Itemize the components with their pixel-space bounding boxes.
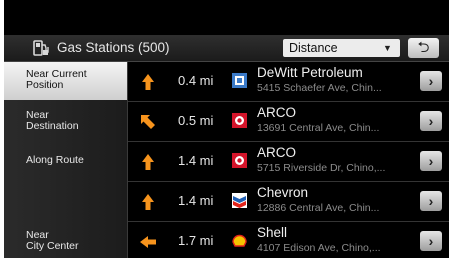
- station-address: 12886 Central Ave, Chin...: [257, 202, 380, 214]
- sidebar-item-near-destination[interactable]: Near Destination: [4, 110, 127, 134]
- station-distance: 1.7 mi: [178, 233, 214, 248]
- station-name: Chevron: [257, 185, 309, 200]
- dropdown-arrow-icon: ▼: [383, 43, 392, 53]
- chevron-right-icon[interactable]: ›: [420, 151, 442, 171]
- station-address: 4107 Edison Ave, Chino,...: [257, 242, 381, 254]
- shell-logo-icon: [232, 233, 247, 248]
- station-distance: 1.4 mi: [178, 193, 214, 208]
- dewitt-logo-icon: [232, 73, 247, 88]
- arco-logo-icon: [232, 153, 247, 168]
- station-name: ARCO: [257, 145, 297, 160]
- chevron-right-icon[interactable]: ›: [420, 111, 442, 131]
- direction-left-icon: [138, 232, 158, 252]
- sidebar-item-label: City Center: [26, 240, 79, 252]
- sidebar-item-near-current-position[interactable]: Near Current Position: [4, 62, 127, 100]
- sidebar-item-label: Position: [26, 79, 64, 91]
- direction-up-icon: [138, 152, 158, 172]
- arco-logo-icon: [232, 113, 247, 128]
- sort-value: Distance: [289, 41, 338, 55]
- header-bar: Gas Stations (500) Distance ▼ ⮌: [4, 35, 449, 62]
- direction-up-icon: [138, 192, 158, 212]
- station-row[interactable]: 1.4 mi ARCO 5715 Riverside Dr, Chino,...…: [128, 142, 449, 182]
- station-row[interactable]: 1.7 mi Shell 4107 Edison Ave, Chino,... …: [128, 222, 449, 258]
- direction-up-left-icon: [138, 112, 158, 132]
- navigation-screen: Gas Stations (500) Distance ▼ ⮌ Near Cur…: [4, 0, 449, 258]
- station-row[interactable]: 1.4 mi Chevron 12886 Central Ave, Chin..…: [128, 182, 449, 222]
- page-title: Gas Stations (500): [57, 40, 170, 55]
- chevron-right-icon[interactable]: ›: [420, 231, 442, 251]
- direction-up-icon: [138, 72, 158, 92]
- chevron-right-icon[interactable]: ›: [420, 191, 442, 211]
- station-distance: 1.4 mi: [178, 153, 214, 168]
- gas-pump-icon: [32, 39, 50, 57]
- station-address: 13691 Central Ave, Chin...: [257, 122, 380, 134]
- station-distance: 0.5 mi: [178, 113, 214, 128]
- chevron-right-icon[interactable]: ›: [420, 71, 442, 91]
- back-arrow-icon: ⮌: [417, 39, 430, 56]
- sidebar-item-near-city-center[interactable]: Near City Center: [4, 230, 127, 254]
- station-name: ARCO: [257, 105, 297, 120]
- station-distance: 0.4 mi: [178, 73, 214, 88]
- station-name: Shell: [257, 225, 288, 240]
- chevron-logo-icon: [232, 193, 247, 208]
- sidebar-item-label: Destination: [26, 120, 79, 132]
- station-address: 5715 Riverside Dr, Chino,...: [257, 162, 386, 174]
- search-area-sidebar: Near Current Position Near Destination A…: [4, 62, 128, 258]
- back-button[interactable]: ⮌: [408, 38, 439, 58]
- sidebar-item-label: Along Route: [26, 154, 84, 166]
- station-row[interactable]: 0.4 mi DeWitt Petroleum 5415 Schaefer Av…: [128, 62, 449, 102]
- sort-select[interactable]: Distance ▼: [283, 39, 400, 57]
- station-list: 0.4 mi DeWitt Petroleum 5415 Schaefer Av…: [128, 62, 449, 258]
- station-address: 5415 Schaefer Ave, Chin...: [257, 82, 382, 94]
- sidebar-item-along-route[interactable]: Along Route: [4, 155, 127, 169]
- station-row[interactable]: 0.5 mi ARCO 13691 Central Ave, Chin... ›: [128, 102, 449, 142]
- station-name: DeWitt Petroleum: [257, 65, 363, 80]
